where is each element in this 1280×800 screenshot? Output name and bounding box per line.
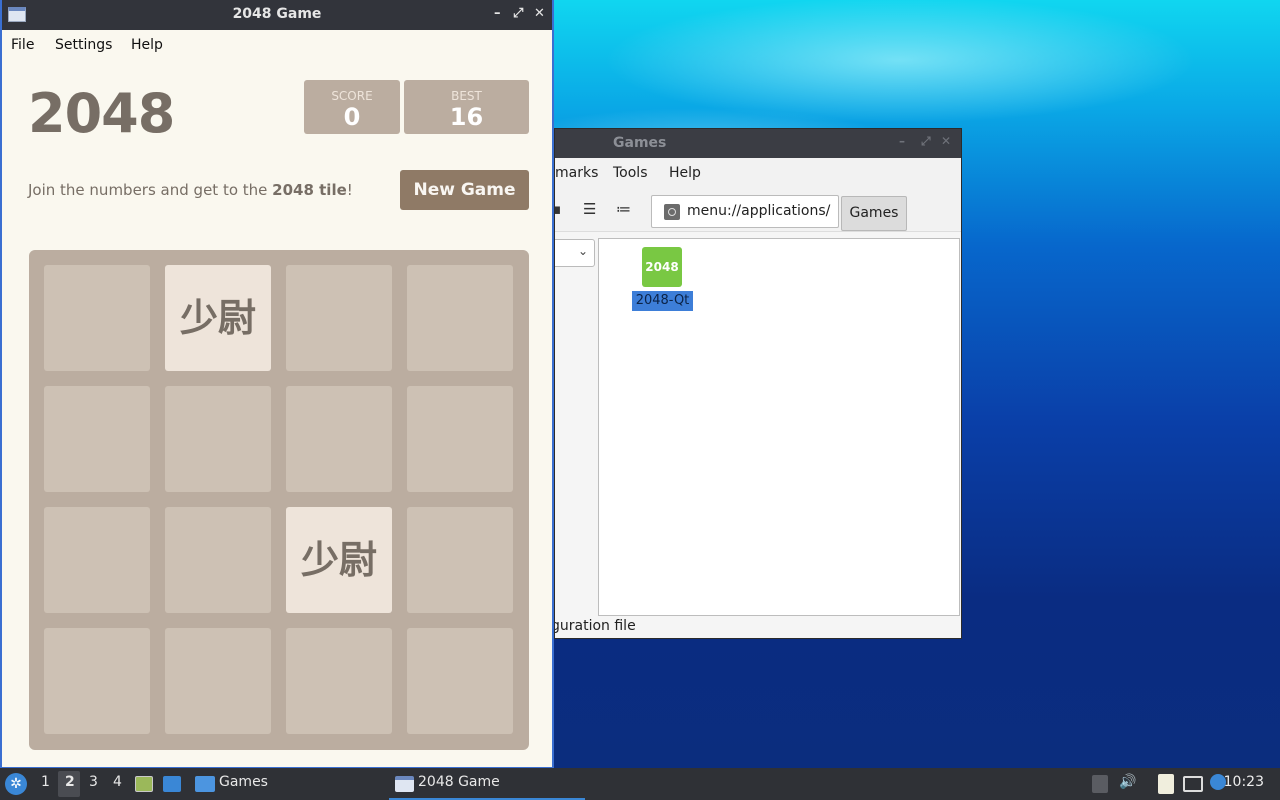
chevron-down-icon: ⌄ bbox=[577, 244, 588, 258]
minimize-icon[interactable]: – bbox=[899, 134, 905, 148]
side-pane-selector[interactable]: ⌄ bbox=[555, 239, 595, 267]
close-icon[interactable]: ✕ bbox=[534, 6, 545, 21]
file-manager-titlebar[interactable]: Games – ⤢ ✕ bbox=[555, 129, 961, 158]
board-cell bbox=[165, 507, 271, 613]
menu-file[interactable]: File bbox=[11, 37, 34, 53]
board-cell bbox=[407, 265, 513, 371]
board-cell bbox=[407, 507, 513, 613]
app-2048-label[interactable]: 2048-Qt bbox=[632, 291, 693, 311]
location-icon bbox=[664, 204, 680, 220]
window-icon bbox=[395, 776, 414, 792]
score-value: 0 bbox=[343, 103, 361, 131]
board-cell bbox=[407, 386, 513, 492]
game-board[interactable]: 少尉 少尉 bbox=[29, 250, 529, 750]
network-icon[interactable] bbox=[1183, 776, 1203, 792]
game-menubar: File Settings Help bbox=[2, 30, 552, 60]
game-titlebar[interactable]: 2048 Game – ⤢ ✕ bbox=[2, 0, 552, 30]
new-game-button[interactable]: New Game bbox=[400, 170, 529, 210]
intro-prefix: Join the numbers and get to the bbox=[28, 181, 273, 199]
file-manager-window: Games – ⤢ ✕ marks Tools Help ▪ ☰ ≔ menu:… bbox=[554, 128, 962, 639]
workspace-4[interactable]: 4 bbox=[113, 774, 122, 790]
game-window-title: 2048 Game bbox=[232, 6, 322, 22]
board-cell bbox=[286, 386, 392, 492]
menu-settings[interactable]: Settings bbox=[55, 37, 112, 53]
file-manager-toolbar: ▪ ☰ ≔ menu://applications/ Games bbox=[555, 188, 961, 232]
folder-icon bbox=[195, 776, 215, 792]
workspace-2[interactable]: 2 bbox=[65, 774, 75, 790]
file-manager-title: Games bbox=[613, 135, 667, 151]
best-value: 16 bbox=[449, 103, 484, 131]
game-title: 2048 bbox=[28, 82, 175, 145]
detailed-list-icon[interactable]: ≔ bbox=[616, 200, 631, 218]
tile: 少尉 bbox=[165, 265, 271, 371]
board-cell bbox=[44, 386, 150, 492]
best-label: BEST bbox=[451, 89, 482, 103]
maximize-icon[interactable]: ⤢ bbox=[513, 6, 523, 21]
file-manager-menubar: marks Tools Help bbox=[555, 158, 961, 188]
file-manager-body: ⌄ 2048 2048-Qt bbox=[555, 232, 961, 616]
menu-help[interactable]: Help bbox=[131, 37, 163, 53]
minimize-icon[interactable]: – bbox=[494, 6, 501, 21]
show-desktop-icon[interactable] bbox=[163, 776, 181, 792]
workspace-1[interactable]: 1 bbox=[41, 774, 50, 790]
close-icon[interactable]: ✕ bbox=[941, 134, 951, 148]
taskbar: ✲ 1 2 3 4 Games 2048 Game 🔊 10:23 bbox=[0, 768, 1280, 800]
menu-tools[interactable]: Tools bbox=[613, 165, 648, 181]
files-view[interactable]: 2048 2048-Qt bbox=[598, 238, 960, 616]
volume-icon[interactable]: 🔊 bbox=[1119, 774, 1136, 790]
task-games[interactable]: Games bbox=[219, 774, 268, 790]
tile: 少尉 bbox=[286, 507, 392, 613]
maximize-icon[interactable]: ⤢ bbox=[921, 134, 931, 149]
app-2048-icon[interactable]: 2048 bbox=[642, 247, 682, 287]
intro-suffix: ! bbox=[346, 181, 353, 199]
clipboard-icon[interactable] bbox=[1158, 774, 1174, 794]
board-cell bbox=[286, 265, 392, 371]
compact-view-icon[interactable]: ☰ bbox=[583, 200, 596, 218]
board-cell bbox=[44, 265, 150, 371]
board-cell bbox=[165, 386, 271, 492]
menu-help[interactable]: Help bbox=[669, 165, 701, 181]
board-cell bbox=[407, 628, 513, 734]
game-window: 2048 Game – ⤢ ✕ File Settings Help 2048 … bbox=[0, 0, 554, 769]
score-label: SCORE bbox=[331, 89, 373, 103]
score-box: SCORE 0 bbox=[304, 80, 400, 134]
menu-bookmarks[interactable]: marks bbox=[555, 165, 598, 181]
board-cell bbox=[165, 628, 271, 734]
intro-text: Join the numbers and get to the 2048 til… bbox=[28, 181, 353, 199]
task-2048-game[interactable]: 2048 Game bbox=[418, 774, 500, 790]
start-menu-icon[interactable]: ✲ bbox=[5, 773, 27, 795]
breadcrumb-games-button[interactable]: Games bbox=[841, 196, 907, 231]
workspace-3[interactable]: 3 bbox=[89, 774, 98, 790]
file-manager-launcher-icon[interactable] bbox=[135, 776, 153, 792]
status-bar-text: guration file bbox=[554, 618, 636, 634]
icon-view-icon[interactable]: ▪ bbox=[555, 200, 561, 218]
clock[interactable]: 10:23 bbox=[1224, 774, 1264, 790]
best-box: BEST 16 bbox=[404, 80, 529, 134]
location-bar[interactable]: menu://applications/ bbox=[651, 195, 839, 228]
board-cell bbox=[44, 507, 150, 613]
board-cell bbox=[44, 628, 150, 734]
location-input[interactable]: menu://applications/ bbox=[687, 203, 830, 219]
board-cell bbox=[286, 628, 392, 734]
tray-up-arrow-icon[interactable] bbox=[1092, 775, 1108, 793]
intro-bold: 2048 tile bbox=[272, 181, 347, 199]
